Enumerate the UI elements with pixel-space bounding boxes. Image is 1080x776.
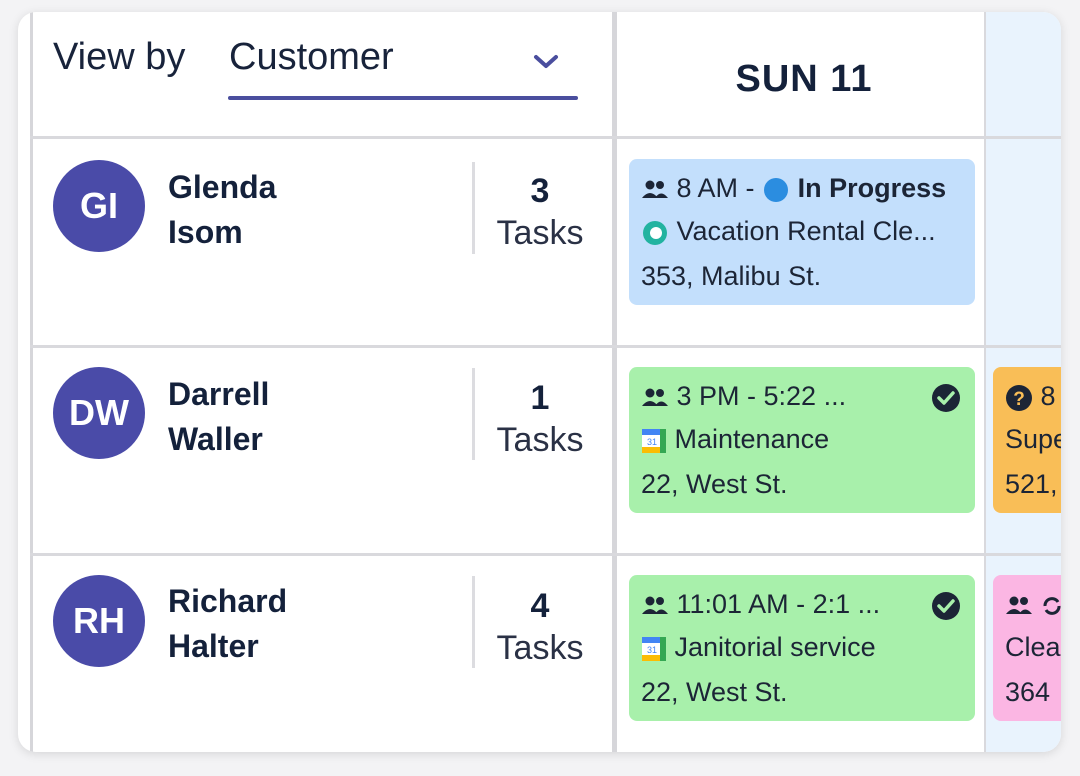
task-address: 364 — [1005, 677, 1051, 707]
team-icon — [1006, 596, 1032, 614]
task-count-label: Tasks — [496, 629, 584, 667]
avatar[interactable]: DW — [53, 367, 145, 459]
task-title-line: 31 Janitorial service — [641, 632, 876, 663]
task-time: 8 AM - — [676, 173, 755, 203]
task-time-line: ? 8 — [1005, 381, 1056, 412]
dropdown-underline — [228, 96, 578, 100]
task-title: Vacation Rental Cle... — [676, 216, 936, 246]
task-address: 22, West St. — [641, 677, 788, 707]
grid-line-row1 — [30, 345, 1061, 348]
avatar[interactable]: RH — [53, 575, 145, 667]
app-logo-icon — [643, 220, 667, 245]
task-address: 521, — [1005, 469, 1058, 499]
task-time-line: 8 AM - In Progress — [641, 173, 946, 204]
team-icon — [642, 596, 668, 614]
view-by-label: View by — [53, 36, 186, 78]
customer-last-name[interactable]: Halter — [168, 624, 259, 669]
task-title: Maintenance — [674, 424, 830, 454]
customer-last-name[interactable]: Waller — [168, 417, 263, 462]
customer-first-name[interactable]: Richard — [168, 579, 287, 624]
grid-line-day — [984, 12, 986, 752]
row-separator — [472, 368, 475, 460]
status-dot-icon — [764, 177, 789, 202]
grid-line-row2 — [30, 553, 1061, 556]
task-count: 3 — [530, 172, 550, 210]
task-title: Clea — [1005, 632, 1061, 662]
task-time-line: 11:01 AM - 2:1 ... — [641, 589, 880, 620]
task-title: Janitorial service — [674, 632, 876, 662]
task-address: 353, Malibu St. — [641, 261, 822, 291]
task-card[interactable]: 11:01 AM - 2:1 ... 31 Janitorial service… — [629, 575, 975, 721]
view-by-value: Customer — [229, 36, 394, 78]
grid-line-left — [30, 12, 33, 752]
grid-line-header — [30, 136, 1061, 139]
task-count-label: Tasks — [496, 421, 584, 459]
check-circle-icon — [932, 592, 960, 620]
customer-first-name[interactable]: Glenda — [168, 165, 276, 210]
task-card[interactable]: ? 8 Supe 521, — [993, 367, 1061, 513]
task-time-line: 3 PM - 5:22 ... — [641, 381, 846, 412]
svg-text:31: 31 — [647, 437, 657, 447]
calendar-icon: 31 — [642, 428, 666, 453]
question-circle-icon: ? — [1006, 384, 1032, 411]
task-time: 3 PM - 5:22 ... — [676, 381, 847, 411]
schedule-card: View by Customer SUN 11 GI Glenda Isom 3… — [18, 12, 1061, 752]
task-card[interactable]: 3 PM - 5:22 ... 31 Maintenance 22, West … — [629, 367, 975, 513]
svg-text:31: 31 — [647, 645, 657, 655]
task-card[interactable]: 8 AM - In Progress Vacation Rental Cle..… — [629, 159, 975, 305]
customer-last-name[interactable]: Isom — [168, 210, 243, 255]
task-icons-line — [1005, 589, 1061, 620]
task-title-line: Vacation Rental Cle... — [641, 216, 936, 247]
task-time: 11:01 AM - 2:1 ... — [676, 589, 881, 619]
task-status: In Progress — [797, 173, 947, 203]
task-address: 22, West St. — [641, 469, 788, 499]
avatar[interactable]: GI — [53, 160, 145, 252]
team-icon — [642, 180, 668, 198]
task-count: 4 — [530, 587, 550, 625]
task-count: 1 — [530, 379, 550, 417]
row-separator — [472, 576, 475, 668]
task-card[interactable]: Clea 364 — [993, 575, 1061, 721]
row-separator — [472, 162, 475, 254]
grid-line-divider — [612, 12, 617, 752]
calendar-icon: 31 — [642, 636, 666, 661]
refresh-icon — [1043, 597, 1061, 615]
day-header[interactable]: SUN 11 — [621, 58, 987, 101]
team-icon — [642, 388, 668, 406]
task-count-label: Tasks — [496, 214, 584, 252]
task-time: 8 — [1040, 381, 1056, 411]
customer-first-name[interactable]: Darrell — [168, 372, 269, 417]
task-title: Supe — [1005, 424, 1061, 454]
check-circle-icon — [932, 384, 960, 412]
task-title-line: 31 Maintenance — [641, 424, 829, 455]
chevron-down-icon[interactable] — [532, 52, 560, 72]
svg-text:?: ? — [1013, 389, 1025, 410]
